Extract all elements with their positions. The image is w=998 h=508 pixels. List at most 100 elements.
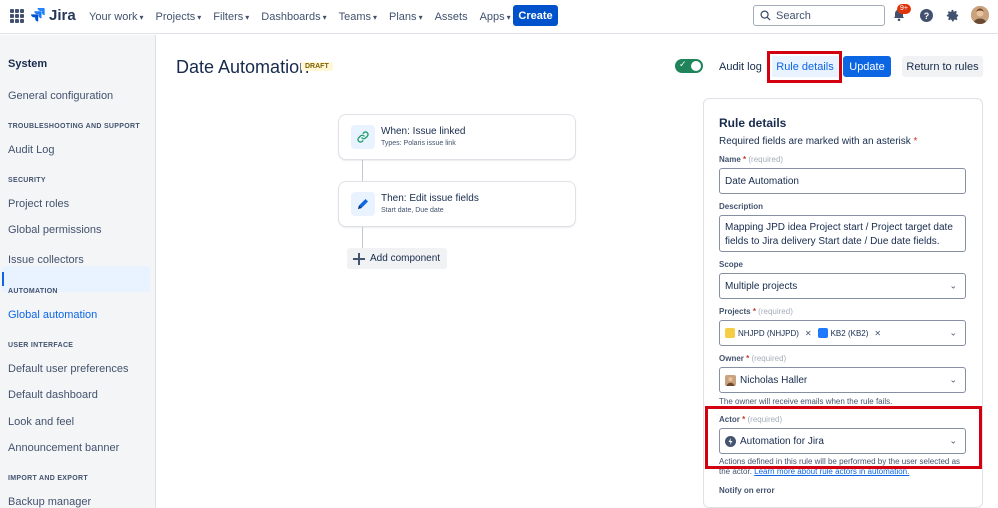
jira-logo-icon bbox=[31, 7, 45, 22]
owner-avatar bbox=[725, 374, 736, 386]
add-component-label: Add component bbox=[370, 253, 441, 264]
nav-item-label: Dashboards bbox=[261, 11, 321, 23]
project-tag-nhjpd: NHJPD (NHJPD) ✕ bbox=[725, 328, 812, 338]
trigger-card[interactable]: When: Issue linked Types: Polaris issue … bbox=[338, 114, 576, 160]
sidebar-item-issue-collectors[interactable]: Issue collectors bbox=[8, 254, 84, 266]
scope-select[interactable]: Multiple projects ⌄ bbox=[719, 273, 966, 299]
pencil-icon bbox=[351, 192, 375, 216]
projects-label: Projects * (required) bbox=[719, 307, 793, 316]
return-to-rules-button[interactable]: Return to rules bbox=[902, 56, 983, 77]
nav-menu: Your work ▾ Projects ▾ Filters ▾ Dashboards ▾ Te… bbox=[89, 0, 523, 34]
chevron-down-icon: ▾ bbox=[373, 12, 378, 22]
jira-logo[interactable]: Jira bbox=[31, 7, 76, 24]
chevron-down-icon: ⌄ bbox=[949, 280, 957, 291]
sidebar-heading-automation: AUTOMATION bbox=[8, 288, 58, 295]
nav-item-label: Your work bbox=[89, 11, 138, 23]
description-field[interactable]: Mapping JPD idea Project start / Project… bbox=[719, 215, 966, 252]
notification-count-badge: 9+ bbox=[897, 4, 911, 14]
chevron-down-icon: ▾ bbox=[197, 12, 202, 22]
sidebar-item-project-roles[interactable]: Project roles bbox=[8, 198, 69, 210]
action-title: Then: Edit issue fields bbox=[381, 193, 479, 204]
logo-text: Jira bbox=[49, 7, 76, 24]
remove-tag-icon[interactable]: ✕ bbox=[874, 329, 881, 338]
audit-log-button[interactable]: Audit log bbox=[719, 61, 762, 73]
nav-item-plans[interactable]: Plans ▾ bbox=[389, 11, 423, 23]
owner-label: Owner * (required) bbox=[719, 354, 787, 363]
scope-label: Scope bbox=[719, 260, 744, 269]
chevron-down-icon: ▾ bbox=[322, 12, 327, 22]
status-badge: DRAFT bbox=[301, 62, 333, 71]
nav-item-label: Filters bbox=[213, 11, 244, 23]
sidebar-heading-security: SECURITY bbox=[8, 177, 46, 184]
link-icon bbox=[351, 125, 375, 149]
project-icon bbox=[725, 328, 735, 338]
rule-details-title: Rule details bbox=[719, 116, 787, 130]
sidebar-item-default-user-preferences[interactable]: Default user preferences bbox=[8, 363, 128, 375]
name-field[interactable]: Date Automation bbox=[719, 168, 966, 194]
rule-details-highlight-box bbox=[767, 51, 842, 83]
actor-highlight-box bbox=[705, 406, 982, 469]
nav-item-label: Assets bbox=[434, 11, 468, 23]
owner-select[interactable]: Nicholas Haller ⌄ bbox=[719, 367, 966, 393]
sidebar-active-indicator bbox=[2, 272, 4, 286]
sidebar-item-general-configuration[interactable]: General configuration bbox=[8, 90, 113, 102]
nav-item-label: Teams bbox=[338, 11, 372, 23]
project-icon bbox=[817, 328, 828, 338]
nav-item-your-work[interactable]: Your work ▾ bbox=[89, 11, 144, 23]
description-label: Description bbox=[719, 202, 764, 211]
chevron-down-icon: ▾ bbox=[245, 12, 250, 22]
add-component-button[interactable]: Add component bbox=[347, 248, 447, 269]
nav-item-assets[interactable]: Assets bbox=[435, 11, 468, 23]
sidebar-heading-import-export: IMPORT AND EXPORT bbox=[8, 475, 88, 482]
help-icon[interactable]: ? bbox=[918, 7, 934, 23]
check-icon: ✓ bbox=[679, 59, 687, 69]
sidebar-item-backup-manager[interactable]: Backup manager bbox=[8, 496, 91, 508]
chevron-down-icon: ⌄ bbox=[949, 327, 957, 338]
search-placeholder: Search bbox=[776, 9, 811, 22]
sidebar-item-global-permissions[interactable]: Global permissions bbox=[8, 224, 102, 236]
required-note: Required fields are marked with an aster… bbox=[719, 136, 918, 147]
flow-connector bbox=[362, 160, 363, 181]
plus-icon bbox=[353, 252, 365, 265]
flow-connector bbox=[362, 227, 363, 248]
sidebar-item-look-and-feel[interactable]: Look and feel bbox=[8, 416, 74, 428]
notify-on-error-label: Notify on error bbox=[719, 486, 775, 495]
chevron-down-icon: ▾ bbox=[418, 12, 423, 22]
project-tag-kb2: KB2 (KB2) ✕ bbox=[817, 328, 881, 338]
sidebar-title: System bbox=[8, 58, 48, 70]
search-icon bbox=[760, 10, 771, 21]
rule-enabled-toggle[interactable]: ✓ bbox=[675, 59, 703, 73]
name-label: Name * (required) bbox=[719, 155, 784, 164]
sidebar-item-global-automation[interactable]: Global automation bbox=[8, 309, 97, 321]
search-input[interactable]: Search bbox=[753, 5, 885, 26]
remove-tag-icon[interactable]: ✕ bbox=[805, 329, 812, 338]
sidebar-item-default-dashboard[interactable]: Default dashboard bbox=[8, 389, 98, 401]
user-avatar[interactable] bbox=[971, 6, 989, 24]
nav-item-teams[interactable]: Teams ▾ bbox=[339, 11, 377, 23]
sidebar-item-audit-log[interactable]: Audit Log bbox=[8, 144, 54, 156]
projects-select[interactable]: NHJPD (NHJPD) ✕ KB2 (KB2) ✕ ⌄ bbox=[719, 320, 966, 346]
create-button[interactable]: Create bbox=[513, 5, 558, 26]
trigger-title: When: Issue linked bbox=[381, 126, 466, 137]
nav-item-filters[interactable]: Filters ▾ bbox=[213, 11, 249, 23]
scope-value: Multiple projects bbox=[725, 280, 798, 292]
chevron-down-icon: ⌄ bbox=[949, 374, 957, 385]
nav-item-label: Projects bbox=[155, 11, 196, 23]
update-button[interactable]: Update bbox=[843, 56, 891, 77]
action-card[interactable]: Then: Edit issue fields Start date, Due … bbox=[338, 181, 576, 227]
nav-item-projects[interactable]: Projects ▾ bbox=[156, 11, 202, 23]
sidebar-item-announcement-banner[interactable]: Announcement banner bbox=[8, 442, 119, 454]
chevron-down-icon: ▾ bbox=[506, 12, 511, 22]
nav-item-dashboards[interactable]: Dashboards ▾ bbox=[261, 11, 326, 23]
chevron-down-icon: ▾ bbox=[139, 12, 144, 22]
nav-item-label: Plans bbox=[389, 11, 417, 23]
nav-item-label: Apps bbox=[479, 11, 505, 23]
settings-gear-icon[interactable] bbox=[944, 7, 960, 23]
app-switcher-icon[interactable] bbox=[10, 9, 24, 23]
nav-item-apps[interactable]: Apps ▾ bbox=[480, 11, 511, 23]
action-subtitle: Start date, Due date bbox=[381, 207, 444, 214]
sidebar-heading-troubleshooting: TROUBLESHOOTING AND SUPPORT bbox=[8, 123, 140, 130]
svg-text:?: ? bbox=[923, 11, 929, 21]
trigger-subtitle: Types: Polaris issue link bbox=[381, 140, 456, 147]
top-navigation: Jira Your work ▾ Projects ▾ Filters ▾ Dashboar… bbox=[0, 0, 998, 34]
